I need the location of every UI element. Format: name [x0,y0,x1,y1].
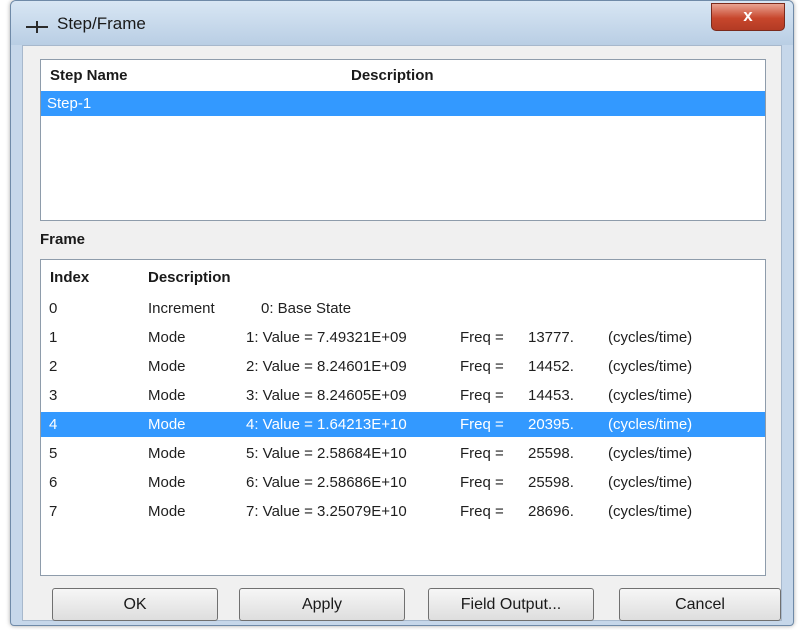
frame-units-cell: (cycles/time) [608,445,693,462]
title-bar[interactable]: Step/Frame x [11,1,793,45]
frame-units-cell: (cycles/time) [608,416,693,433]
frame-row-4[interactable]: 4 Mode 4: Value = 1.64213E+10 Freq = 20395. (… [41,412,765,437]
frame-value-cell: 2: Value = 8.24601E+09 [246,358,407,375]
frame-value-cell: 6: Value = 2.58686E+10 [246,474,407,491]
frame-row-5[interactable]: 5 Mode 5: Value = 2.58684E+10 Freq = 25598. (… [41,441,765,466]
frame-value-cell: 4: Value = 1.64213E+10 [246,416,407,433]
step-row-step-1[interactable]: Step-1 [41,91,765,116]
frame-units-cell: (cycles/time) [608,387,693,404]
frame-freq-cell: 14452. [528,358,574,375]
close-button[interactable]: x [711,3,785,31]
frame-freq-label-cell: Freq = [460,358,504,375]
frame-units-cell: (cycles/time) [608,474,693,491]
field-output-button[interactable]: Field Output... [428,588,594,621]
frame-row-0[interactable]: 0 Increment 0: Base State [41,296,765,321]
frame-index-cell: 0 [49,300,58,317]
frame-type-cell: Mode [148,503,186,520]
frame-freq-label-cell: Freq = [460,416,504,433]
apply-button[interactable]: Apply [239,588,405,621]
frame-units-cell: (cycles/time) [608,358,693,375]
frame-value-cell: 1: Value = 7.49321E+09 [246,329,407,346]
frame-type-cell: Mode [148,387,186,404]
frame-section-label: Frame [40,231,86,248]
frame-row-1[interactable]: 1 Mode 1: Value = 7.49321E+09 Freq = 13777. (… [41,325,765,350]
frame-type-cell: Mode [148,474,186,491]
crosshair-app-icon [26,21,48,33]
frame-freq-cell: 25598. [528,474,574,491]
frame-units-cell: (cycles/time) [608,503,693,520]
frame-freq-label-cell: Freq = [460,329,504,346]
frame-freq-label-cell: Freq = [460,474,504,491]
window-title: Step/Frame [57,14,146,33]
frame-freq-cell: 25598. [528,445,574,462]
dialog-body: Step Name Description Step-1 Frame Index… [22,45,782,621]
frame-value-cell: 7: Value = 3.25079E+10 [246,503,407,520]
frame-freq-cell: 13777. [528,329,574,346]
frame-type-cell: Mode [148,329,186,346]
frame-type-cell: Mode [148,358,186,375]
frame-value-cell: 0: Base State [261,300,352,317]
step-name-cell: Step-1 [47,95,92,112]
frame-row-7[interactable]: 7 Mode 7: Value = 3.25079E+10 Freq = 28696. (… [41,499,765,524]
step-name-column-header[interactable]: Step Name [50,67,128,84]
ok-button[interactable]: OK [52,588,218,621]
frame-freq-cell: 14453. [528,387,574,404]
index-column-header[interactable]: Index [50,269,89,286]
frame-type-cell: Increment [148,300,215,317]
frame-type-cell: Mode [148,445,186,462]
frame-index-cell: 2 [49,358,58,375]
frame-freq-cell: 28696. [528,503,574,520]
frame-freq-cell: 20395. [528,416,574,433]
cancel-button[interactable]: Cancel [619,588,781,621]
step-frame-dialog: Step/Frame x Step Name Description Step-… [10,0,794,626]
frame-index-cell: 6 [49,474,58,491]
frame-index-cell: 7 [49,503,58,520]
frame-freq-label-cell: Freq = [460,387,504,404]
frame-index-cell: 4 [49,416,58,433]
frame-freq-label-cell: Freq = [460,503,504,520]
frame-units-cell: (cycles/time) [608,329,693,346]
frame-value-cell: 3: Value = 8.24605E+09 [246,387,407,404]
frame-freq-label-cell: Freq = [460,445,504,462]
frame-description-column-header[interactable]: Description [148,269,231,286]
frame-value-cell: 5: Value = 2.58684E+10 [246,445,407,462]
frame-row-2[interactable]: 2 Mode 2: Value = 8.24601E+09 Freq = 14452. (… [41,354,765,379]
step-description-column-header[interactable]: Description [351,67,434,84]
frame-row-6[interactable]: 6 Mode 6: Value = 2.58686E+10 Freq = 25598. (… [41,470,765,495]
frame-index-cell: 3 [49,387,58,404]
frame-row-3[interactable]: 3 Mode 3: Value = 8.24605E+09 Freq = 14453. (… [41,383,765,408]
frame-index-cell: 1 [49,329,58,346]
frame-index-cell: 5 [49,445,58,462]
frame-list[interactable]: Index Description 0 Increment 0: Base Stat… [40,259,766,576]
frame-type-cell: Mode [148,416,186,433]
step-list[interactable]: Step Name Description Step-1 [40,59,766,221]
